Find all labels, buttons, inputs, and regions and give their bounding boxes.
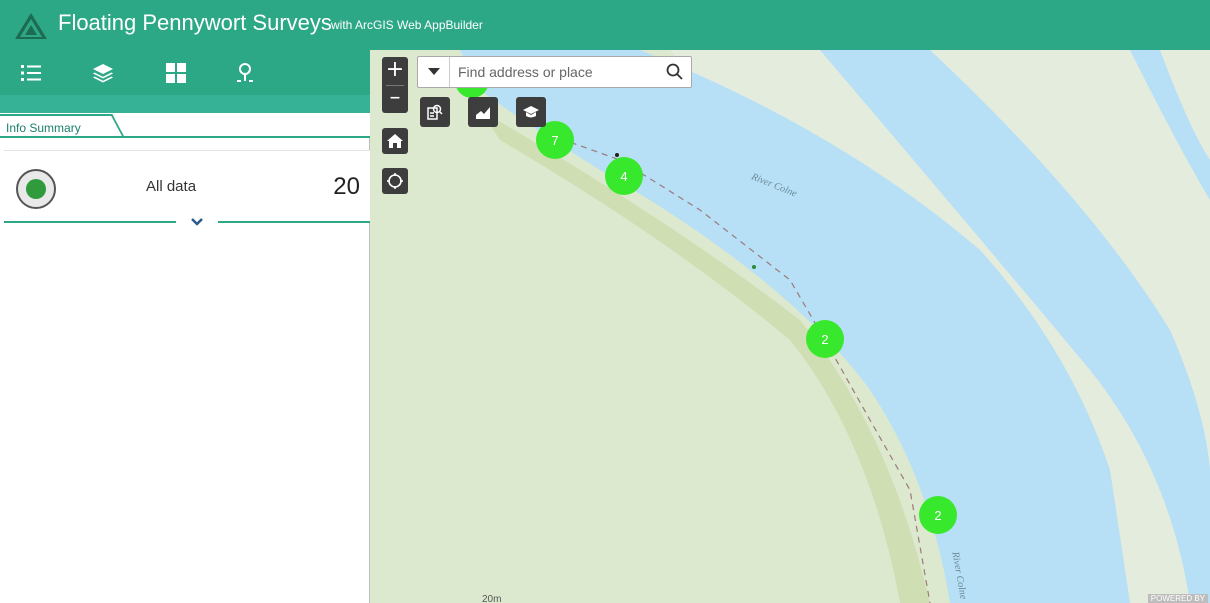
summary-dot [26, 179, 46, 199]
basemap [370, 50, 1210, 603]
query-button[interactable] [420, 97, 450, 127]
esri-attribution[interactable]: POWERED BY [1147, 594, 1208, 603]
search-box [417, 56, 692, 88]
summary-indicator-icon [16, 169, 56, 209]
summary-row[interactable]: All data 20 [4, 150, 370, 229]
area-chart-icon [476, 107, 490, 119]
app-header: Floating Pennywort Surveys with ArcGIS W… [0, 0, 1210, 50]
zoom-out-button[interactable]: – [382, 85, 408, 113]
list-icon [21, 65, 41, 81]
search-input[interactable] [458, 63, 648, 81]
graduation-cap-icon [523, 106, 539, 118]
home-icon [387, 134, 403, 148]
expand-button[interactable] [176, 215, 218, 229]
scale-bar-label: 20m [482, 594, 502, 603]
toolbar-subbar [0, 95, 370, 113]
app-title: Floating Pennywort Surveys [58, 10, 332, 35]
document-search-icon [427, 104, 443, 120]
zoom-in-button[interactable]: + [382, 57, 408, 85]
tab-underline [0, 136, 370, 138]
search-icon[interactable] [665, 62, 685, 82]
location-button[interactable] [232, 60, 258, 86]
about-button[interactable] [516, 97, 546, 127]
my-location-button[interactable] [382, 168, 408, 194]
tab-info-summary-label[interactable]: Info Summary [6, 121, 81, 135]
chart-button[interactable] [468, 97, 498, 127]
list-button[interactable] [18, 60, 44, 86]
crosshair-icon [387, 173, 403, 189]
layers-button[interactable] [90, 60, 116, 86]
map-view[interactable]: 7 4 2 2 River Colne River Colne + – Find… [370, 50, 1210, 603]
grid-button[interactable] [163, 60, 189, 86]
side-panel: Info Summary All data 20 [0, 50, 370, 603]
app-subtitle: with ArcGIS Web AppBuilder [331, 18, 483, 32]
widget-toolbar [0, 50, 370, 95]
zoom-control: + – [382, 57, 408, 113]
chevron-down-icon [191, 218, 203, 226]
search-source-dropdown[interactable] [418, 57, 450, 87]
cluster-marker[interactable]: 2 [919, 496, 957, 534]
app-root: Floating Pennywort Surveys with ArcGIS W… [0, 0, 1210, 603]
cluster-marker[interactable]: 4 [605, 157, 643, 195]
app-logo-icon [15, 13, 47, 39]
grid-icon [166, 63, 186, 83]
home-button[interactable] [382, 128, 408, 154]
summary-label: All data [146, 178, 197, 195]
caret-down-icon [427, 68, 440, 75]
summary-count: 20 [333, 173, 360, 200]
layers-icon [93, 64, 113, 83]
location-pin-icon [237, 63, 253, 82]
cluster-marker[interactable]: 2 [806, 320, 844, 358]
